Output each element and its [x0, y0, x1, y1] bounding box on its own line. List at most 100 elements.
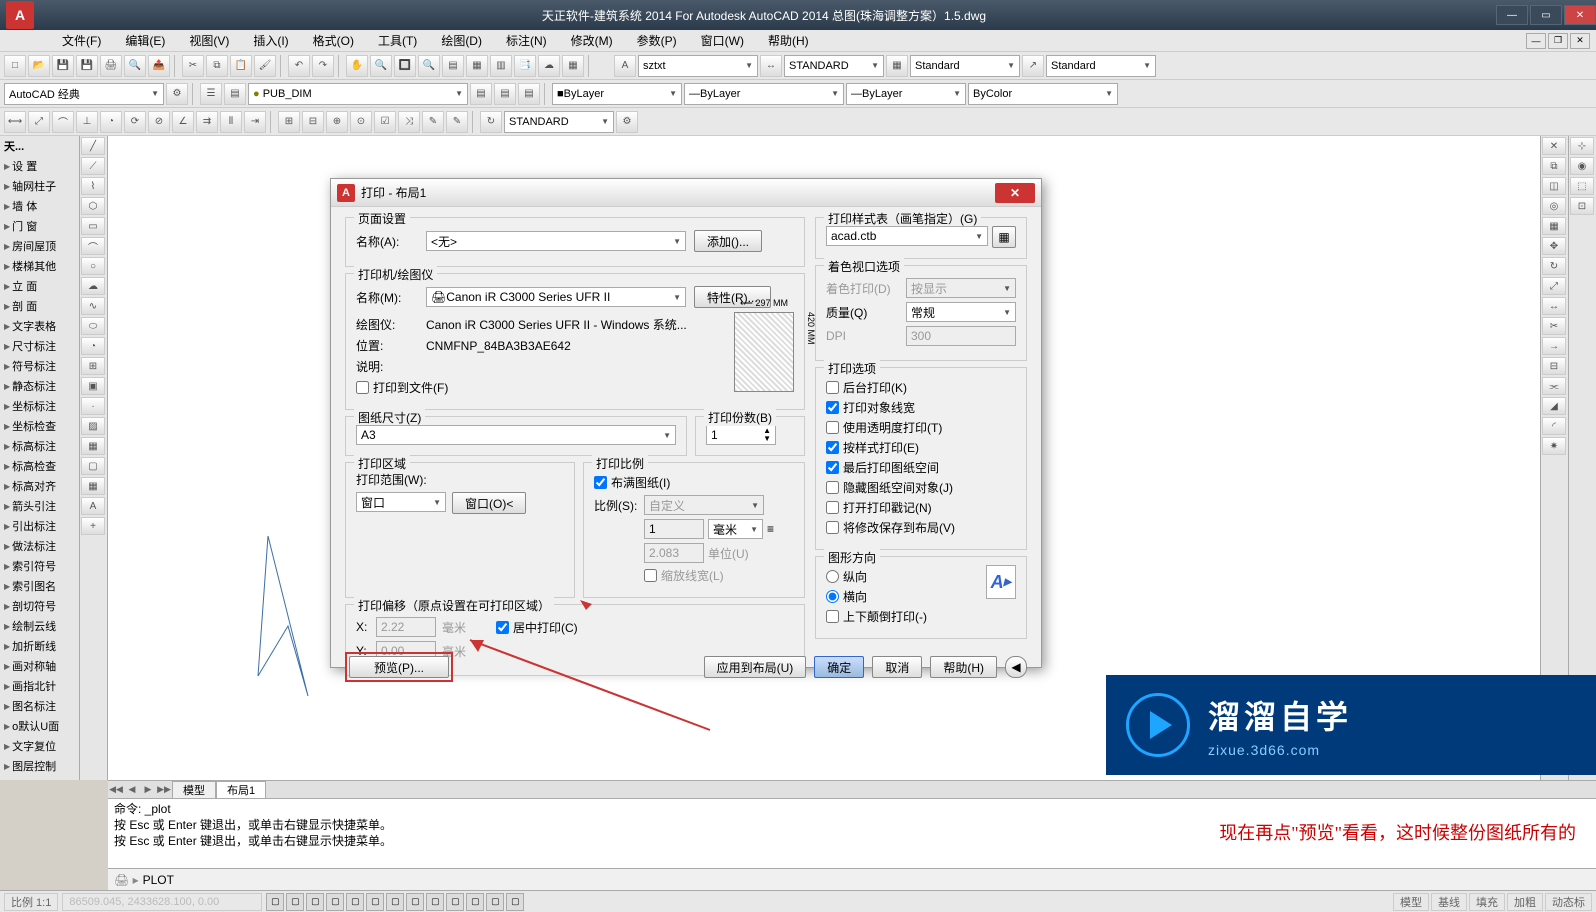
stretch-icon[interactable]: ↔	[1542, 297, 1566, 315]
dimstyle-std-combo[interactable]: STANDARD▼	[784, 55, 884, 77]
layer-states-icon[interactable]: ▤	[224, 83, 246, 105]
panel-item[interactable]: ▶尺寸标注	[0, 336, 79, 356]
maximize-button[interactable]: ▭	[1530, 5, 1562, 25]
panel-item[interactable]: ▶立 面	[0, 276, 79, 296]
status-toggle[interactable]: ▢	[346, 893, 364, 911]
pan-icon[interactable]: ✋	[346, 55, 368, 77]
block-icon[interactable]: ▣	[81, 377, 105, 395]
status-cell[interactable]: 模型	[1393, 893, 1429, 911]
panel-item[interactable]: ▶剖切符号	[0, 596, 79, 616]
panel-item[interactable]: ▶箭头引注	[0, 496, 79, 516]
panel-item[interactable]: ▶索引图名	[0, 576, 79, 596]
panel-item[interactable]: ▶做法标注	[0, 536, 79, 556]
status-toggle[interactable]: ▢	[406, 893, 424, 911]
dim-angular-icon[interactable]: ∠	[172, 111, 194, 133]
panel-item[interactable]: ▶房间屋顶	[0, 236, 79, 256]
dim-break-icon[interactable]: ⊟	[302, 111, 324, 133]
chamfer-icon[interactable]: ◢	[1542, 397, 1566, 415]
status-cell[interactable]: 基线	[1431, 893, 1467, 911]
cut-icon[interactable]: ✂	[182, 55, 204, 77]
status-cell[interactable]: 动态标	[1545, 893, 1592, 911]
spline-icon[interactable]: ∿	[81, 297, 105, 315]
panel-item[interactable]: ▶加折断线	[0, 636, 79, 656]
status-toggle[interactable]: ▢	[286, 893, 304, 911]
save-icon[interactable]: 💾	[52, 55, 74, 77]
ok-button[interactable]: 确定	[814, 656, 864, 678]
fit-to-paper-checkbox[interactable]	[594, 476, 607, 489]
panel-item[interactable]: ▶坐标标注	[0, 396, 79, 416]
command-window[interactable]: 命令: _plot 按 Esc 或 Enter 键退出，或单击右键显示快捷菜单。…	[108, 798, 1596, 868]
tab-first-icon[interactable]: ◀◀	[108, 784, 124, 795]
ssm-icon[interactable]: 📑	[514, 55, 536, 77]
mleader-icon[interactable]: ↗	[1022, 55, 1044, 77]
match-icon[interactable]: 🖌	[254, 55, 276, 77]
cmd-prompt[interactable]: PLOT	[143, 873, 174, 887]
menu-window[interactable]: 窗口(W)	[689, 32, 756, 49]
rotate-icon[interactable]: ↻	[1542, 257, 1566, 275]
point-icon[interactable]: ·	[81, 397, 105, 415]
markup-icon[interactable]: ☁	[538, 55, 560, 77]
circle-icon[interactable]: ○	[81, 257, 105, 275]
panel-item[interactable]: ▶设 置	[0, 156, 79, 176]
dim-edit-icon[interactable]: ✎	[422, 111, 444, 133]
upside-down-checkbox[interactable]	[826, 610, 839, 623]
workspace-combo[interactable]: AutoCAD 经典▼	[4, 83, 164, 105]
array-icon[interactable]: ▦	[1542, 217, 1566, 235]
layer-prev-icon[interactable]: ▤	[494, 83, 516, 105]
extend-icon[interactable]: →	[1542, 337, 1566, 355]
join-icon[interactable]: ⫘	[1542, 377, 1566, 395]
status-toggle[interactable]: ▢	[266, 893, 284, 911]
panel-item[interactable]: ▶文字复位	[0, 736, 79, 756]
tablestyle-combo[interactable]: Standard▼	[910, 55, 1020, 77]
quality-combo[interactable]: 常规▼	[906, 302, 1016, 322]
panel-item[interactable]: ▶图名标注	[0, 696, 79, 716]
center-plot-checkbox[interactable]	[496, 621, 509, 634]
panel-item[interactable]: ▶引出标注	[0, 516, 79, 536]
inspect-icon[interactable]: ☑	[374, 111, 396, 133]
rectangle-icon[interactable]: ▭	[81, 217, 105, 235]
menu-modify[interactable]: 修改(M)	[559, 32, 625, 49]
menu-params[interactable]: 参数(P)	[625, 32, 689, 49]
window-button[interactable]: 窗口(O)<	[452, 492, 526, 514]
insert-icon[interactable]: ⊞	[81, 357, 105, 375]
prop-icon[interactable]: ▤	[442, 55, 464, 77]
explode-icon[interactable]: ✷	[1542, 437, 1566, 455]
scale-icon[interactable]: ⤢	[1542, 277, 1566, 295]
zoom-prev-icon[interactable]: 🔍	[418, 55, 440, 77]
plot-stamp-checkbox[interactable]	[826, 501, 839, 514]
status-toggle[interactable]: ▢	[466, 893, 484, 911]
hatch-icon[interactable]: ▨	[81, 417, 105, 435]
menu-view[interactable]: 视图(V)	[177, 32, 241, 49]
panel-item[interactable]: ▶剖 面	[0, 296, 79, 316]
save-changes-checkbox[interactable]	[826, 521, 839, 534]
status-cell[interactable]: 加粗	[1507, 893, 1543, 911]
copyobj-icon[interactable]: ⧉	[1542, 157, 1566, 175]
revcloud-icon[interactable]: ☁	[81, 277, 105, 295]
menu-draw[interactable]: 绘图(D)	[429, 32, 494, 49]
mdi-minimize-button[interactable]: —	[1526, 33, 1546, 49]
plotstyle-combo[interactable]: ByColor▼	[968, 83, 1118, 105]
dc-icon[interactable]: ▦	[466, 55, 488, 77]
panel-item[interactable]: ▶坐标检查	[0, 416, 79, 436]
panel-item[interactable]: ▶o默认U面	[0, 716, 79, 736]
panel-item[interactable]: ▶标高对齐	[0, 476, 79, 496]
color-combo[interactable]: ■ ByLayer▼	[552, 83, 682, 105]
layer-icon[interactable]: ☰	[200, 83, 222, 105]
panel-item[interactable]: ▶门 窗	[0, 216, 79, 236]
publish-icon[interactable]: 📤	[148, 55, 170, 77]
minimize-button[interactable]: —	[1496, 5, 1528, 25]
printer-combo[interactable]: 🖨 Canon iR C3000 Series UFR II▼	[426, 287, 686, 307]
status-toggle[interactable]: ▢	[386, 893, 404, 911]
dim-space-icon[interactable]: ⊞	[278, 111, 300, 133]
dim-quick-icon[interactable]: ⇉	[196, 111, 218, 133]
add-button[interactable]: 添加()...	[694, 230, 762, 252]
dimstyle-icon[interactable]: ↔	[760, 55, 782, 77]
status-scale[interactable]: 比例 1:1	[4, 893, 58, 911]
menu-dimension[interactable]: 标注(N)	[494, 32, 559, 49]
panel-item[interactable]: ▶索引符号	[0, 556, 79, 576]
dim-jogged-icon[interactable]: ⟳	[124, 111, 146, 133]
panel-item[interactable]: ▶画指北针	[0, 676, 79, 696]
line-icon[interactable]: ╱	[81, 137, 105, 155]
plot-lineweights-checkbox[interactable]	[826, 401, 839, 414]
undo-icon[interactable]: ↶	[288, 55, 310, 77]
